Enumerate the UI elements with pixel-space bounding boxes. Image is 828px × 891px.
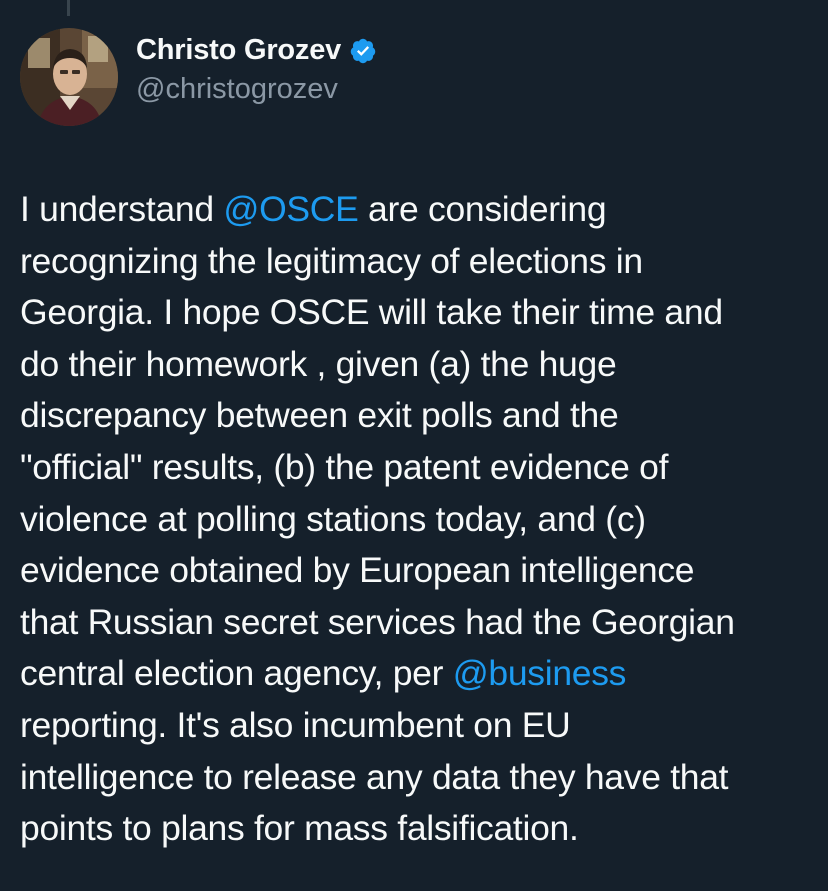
tweet-text-line: I understand @OSCE are considering [20,184,810,236]
tweet-text-line: "official" results, (b) the patent evide… [20,442,810,494]
tweet-text-line: intelligence to release any data they ha… [20,752,810,804]
tweet-text-line: central election agency, per @business [20,648,810,700]
tweet-text-segment: that Russian secret services had the Geo… [20,601,735,642]
tweet-text-segment: central election agency, per [20,653,453,694]
tweet-text-segment: recognizing the legitimacy of elections … [20,240,643,281]
avatar[interactable] [20,28,118,126]
tweet-text-line: reporting. It's also incumbent on EU [20,700,810,752]
tweet-text-segment: violence at polling stations today, and … [20,498,646,539]
tweet-text-segment: reporting. It's also incumbent on EU [20,704,571,745]
name-row: Christo Grozev [136,34,377,67]
tweet-text-line: do their homework , given (a) the huge [20,339,810,391]
tweet-text-segment: discrepancy between exit polls and the [20,395,619,436]
tweet-text-segment: evidence obtained by European intelligen… [20,550,695,591]
tweet-text-segment: Georgia. I hope OSCE will take their tim… [20,292,723,333]
tweet-text-segment: do their homework , given (a) the huge [20,343,617,384]
verified-badge-icon [349,37,377,65]
tweet-text-line: that Russian secret services had the Geo… [20,597,810,649]
tweet-text-line: discrepancy between exit polls and the [20,390,810,442]
mention-link[interactable]: @OSCE [223,189,358,229]
tweet-text-line: violence at polling stations today, and … [20,494,810,546]
mention-link[interactable]: @business [453,653,627,693]
avatar-photo [20,28,118,126]
tweet-text-segment: I understand [20,189,224,229]
tweet-text-segment: points to plans for mass falsification. [20,808,579,849]
tweet-text-segment: are considering [358,189,607,229]
tweet-text-segment: intelligence to release any data they ha… [20,756,729,797]
tweet-header: Christo Grozev @christogrozev [20,28,377,126]
author-handle[interactable]: @christogrozev [136,73,377,106]
tweet-text-segment: "official" results, (b) the patent evide… [20,446,669,487]
author-info: Christo Grozev @christogrozev [136,34,377,106]
tweet-text-line: recognizing the legitimacy of elections … [20,236,810,288]
tweet-text-line: evidence obtained by European intelligen… [20,545,810,597]
tweet-text-line: Georgia. I hope OSCE will take their tim… [20,287,810,339]
tweet-text-line: points to plans for mass falsification. [20,803,810,855]
author-display-name[interactable]: Christo Grozev [136,34,341,67]
tweet-text: I understand @OSCE are considering recogn… [20,184,810,855]
thread-connector-line [67,0,70,16]
